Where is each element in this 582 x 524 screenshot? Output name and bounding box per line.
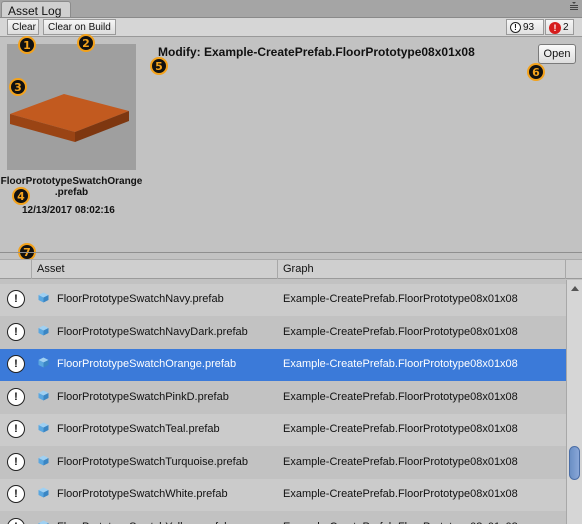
asset-cell: FloorPrototypeSwatchYellow.prefab — [57, 521, 230, 524]
table-scrollbar[interactable] — [566, 280, 582, 524]
asset-cell: FloorPrototypeSwatchNavyDark.prefab — [57, 325, 248, 338]
asset-table: ! FloorPrototypeSwatchNavy.prefab Example-… — [0, 284, 566, 524]
graph-cell: Example-CreatePrefab.FloorPrototype08x01… — [283, 358, 518, 370]
graph-cell: Example-CreatePrefab.FloorPrototype08x01… — [283, 488, 518, 500]
asset-cell: FloorPrototypeSwatchTeal.prefab — [57, 423, 220, 435]
graph-cell: Example-CreatePrefab.FloorPrototype08x01… — [283, 325, 518, 338]
asset-cell: FloorPrototypeSwatchNavy.prefab — [57, 293, 224, 305]
annotation-marker-3: 3 — [9, 78, 27, 96]
graph-cell: Example-CreatePrefab.FloorPrototype08x01… — [283, 521, 518, 524]
annotation-marker-5: 5 — [150, 57, 168, 75]
pane-separator[interactable] — [0, 252, 582, 253]
warning-icon: ! — [7, 290, 25, 308]
modify-label: Modify: Example-CreatePrefab.FloorProtot… — [158, 45, 475, 59]
scrollbar-thumb[interactable] — [569, 446, 580, 480]
warning-icon: ! — [7, 452, 25, 471]
window-tab-bar: Asset Log — [0, 0, 582, 18]
table-row[interactable]: ! FloorPrototypeSwatchNavy.prefab Example-… — [0, 284, 566, 316]
error-count-toggle[interactable]: ! 2 — [545, 19, 574, 35]
annotation-marker-1: 1 — [18, 36, 36, 54]
clear-button-label: Clear — [12, 22, 36, 33]
tab-title: Asset Log — [8, 4, 62, 18]
warning-count-toggle[interactable]: ! 93 — [506, 19, 544, 35]
asset-timestamp: 12/13/2017 08:02:16 — [22, 205, 115, 216]
prefab-cube-icon — [38, 455, 49, 465]
column-header-graph[interactable]: Graph — [283, 263, 314, 275]
prefab-cube-icon — [38, 390, 49, 400]
table-row[interactable]: ! FloorPrototypeSwatchTurquoise.prefab Exa… — [0, 446, 566, 479]
graph-cell: Example-CreatePrefab.FloorPrototype08x01… — [283, 293, 518, 305]
error-icon: ! — [549, 21, 561, 34]
open-button-label: Open — [543, 48, 571, 60]
graph-cell: Example-CreatePrefab.FloorPrototype08x01… — [283, 390, 518, 403]
warning-icon: ! — [7, 420, 25, 438]
column-header-asset[interactable]: Asset — [37, 263, 65, 275]
asset-cell: FloorPrototypeSwatchTurquoise.prefab — [57, 455, 248, 468]
table-row[interactable]: ! FloorPrototypeSwatchNavyDark.prefab Exam… — [0, 316, 566, 349]
clear-on-build-label: Clear on Build — [48, 22, 111, 33]
error-count: 2 — [563, 22, 569, 33]
warning-count: 93 — [523, 22, 535, 33]
asset-cell: FloorPrototypeSwatchWhite.prefab — [57, 488, 228, 500]
annotation-marker-2: 2 — [77, 34, 95, 52]
table-header: Asset Graph — [0, 259, 582, 279]
clear-on-build-button[interactable]: Clear on Build — [43, 19, 116, 35]
prefab-cube-icon — [38, 325, 49, 335]
window-menu-icon[interactable] — [569, 1, 579, 12]
prefab-cube-icon — [38, 422, 49, 433]
prefab-cube-icon — [38, 292, 49, 303]
table-row[interactable]: ! FloorPrototypeSwatchYellow.prefab Exampl… — [0, 511, 566, 524]
graph-cell: Example-CreatePrefab.FloorPrototype08x01… — [283, 455, 518, 468]
warning-icon: ! — [7, 387, 25, 406]
table-row[interactable]: ! FloorPrototypeSwatchPinkD.prefab Example… — [0, 381, 566, 414]
table-row[interactable]: ! FloorPrototypeSwatchTeal.prefab Example-… — [0, 414, 566, 446]
annotation-marker-6: 6 — [527, 63, 545, 81]
graph-cell: Example-CreatePrefab.FloorPrototype08x01… — [283, 423, 518, 435]
clear-button[interactable]: Clear — [7, 19, 39, 35]
table-row[interactable]: ! FloorPrototypeSwatchOrange.prefab Exampl… — [0, 349, 566, 381]
scroll-up-arrow-icon[interactable] — [571, 286, 579, 291]
warning-icon: ! — [7, 322, 25, 341]
warning-icon: ! — [7, 517, 25, 524]
column-divider[interactable] — [565, 260, 566, 279]
detail-pane: FloorPrototypeSwatchOrange .prefab 12/13… — [0, 37, 582, 252]
asset-cell: FloorPrototypeSwatchPinkD.prefab — [57, 390, 229, 403]
prefab-preview-image — [10, 94, 129, 142]
warning-icon: ! — [510, 22, 521, 33]
prefab-cube-icon — [38, 520, 49, 524]
annotation-marker-4: 4 — [12, 187, 30, 205]
prefab-cube-icon — [38, 487, 49, 498]
asset-cell: FloorPrototypeSwatchOrange.prefab — [57, 358, 237, 370]
warning-icon: ! — [7, 485, 25, 503]
prefab-cube-icon — [38, 357, 49, 368]
table-row[interactable]: ! FloorPrototypeSwatchWhite.prefab Example… — [0, 479, 566, 511]
tab-asset-log[interactable]: Asset Log — [1, 1, 71, 18]
warning-icon: ! — [7, 355, 25, 373]
column-divider[interactable] — [31, 260, 32, 279]
asset-preview — [7, 44, 136, 170]
open-button[interactable]: Open — [538, 44, 576, 64]
column-divider[interactable] — [277, 260, 278, 279]
